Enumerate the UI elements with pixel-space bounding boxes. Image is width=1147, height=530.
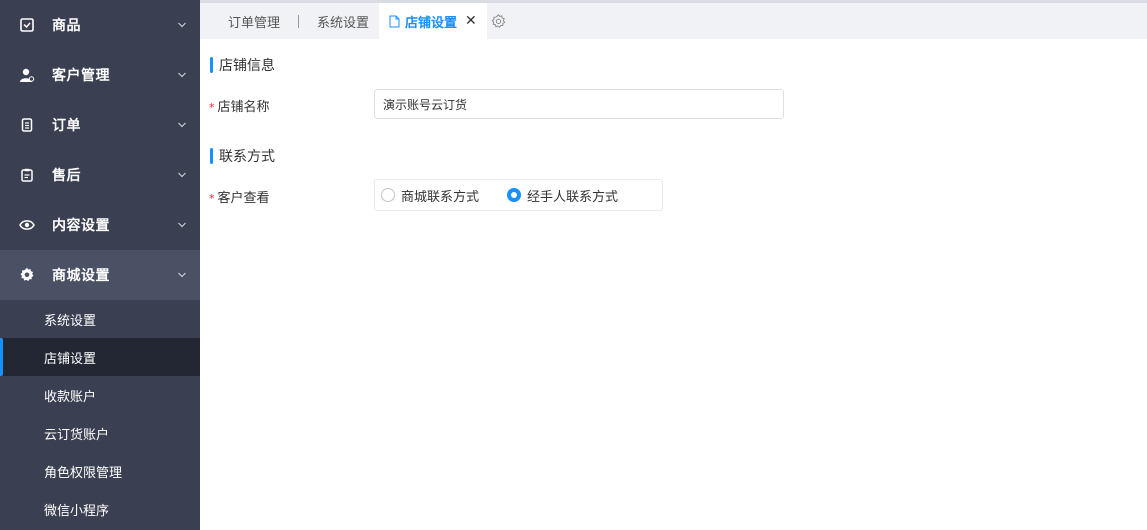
tab-separator (298, 14, 300, 28)
tab-order-management[interactable]: 订单管理 (218, 3, 290, 39)
customer-view-radio-group: 商城联系方式 经手人联系方式 (374, 179, 663, 211)
sidebar-item-mall-settings[interactable]: 商城设置 (0, 250, 200, 300)
radio-label: 商城联系方式 (401, 189, 480, 205)
store-name-input[interactable] (374, 89, 784, 119)
section-accent-bar (210, 148, 213, 164)
user-icon (18, 66, 36, 84)
radio-mall-contact[interactable]: 商城联系方式 (381, 186, 479, 205)
tab-settings-button[interactable] (487, 3, 506, 39)
sidebar-item-after-sales[interactable]: 售后 (0, 150, 200, 200)
submenu-item-store-settings[interactable]: 店铺设置 (0, 338, 200, 376)
sidebar: 商品 客户管理 订单 售后 内容设置 商城设置 系统设置 店铺设置 收款账户 云… (0, 0, 200, 530)
sidebar-item-label: 内容设置 (52, 218, 110, 234)
required-mark: * (209, 101, 215, 114)
submenu-item-payment-accounts[interactable]: 收款账户 (0, 376, 200, 414)
sidebar-item-label: 商品 (52, 18, 81, 34)
close-icon[interactable]: ✕ (465, 13, 477, 29)
chevron-down-icon (178, 22, 186, 28)
radio-circle[interactable] (507, 188, 522, 202)
sidebar-item-orders[interactable]: 订单 (0, 100, 200, 150)
radio-circle[interactable] (381, 188, 395, 202)
section-accent-bar (210, 57, 213, 73)
tab-label: 店铺设置 (405, 15, 458, 31)
sidebar-item-label: 商城设置 (52, 268, 110, 284)
box-check-icon (18, 16, 36, 34)
store-name-label: * 店铺名称 (209, 96, 270, 115)
section-title-text: 联系方式 (219, 149, 275, 165)
main-content: 店铺信息 *店铺名称 联系方式 *客户查看 商城联系方式 经手人联系方式 (200, 39, 1147, 530)
tab-label: 订单管理 (228, 15, 281, 31)
submenu-item-wechat-miniprogram[interactable]: 微信小程序 (0, 490, 200, 528)
gear-icon (18, 266, 36, 284)
receipt-icon (18, 116, 36, 134)
submenu-item-cloud-order-account[interactable]: 云订货账户 (0, 414, 200, 452)
sidebar-item-customers[interactable]: 客户管理 (0, 50, 200, 100)
chevron-down-icon (178, 172, 186, 178)
sidebar-item-content-settings[interactable]: 内容设置 (0, 200, 200, 250)
sidebar-item-label: 售后 (52, 168, 81, 184)
store-name-label-text: 店铺名称 (217, 100, 270, 115)
tab-system-settings[interactable]: 系统设置 (307, 3, 379, 39)
section-title-store-info: 店铺信息 (210, 55, 275, 75)
section-title-contact: 联系方式 (210, 146, 275, 166)
customer-view-label: * 客户查看 (209, 187, 270, 206)
tab-bar: 订单管理 系统设置 店铺设置 ✕ (200, 3, 1147, 39)
document-icon (389, 15, 400, 27)
sidebar-item-products[interactable]: 商品 (0, 0, 200, 50)
tab-store-settings[interactable]: 店铺设置 ✕ (379, 3, 487, 39)
chevron-down-icon (178, 72, 186, 78)
chevron-down-icon (178, 272, 186, 278)
radio-handler-contact[interactable]: 经手人联系方式 (507, 186, 618, 205)
eye-icon (18, 216, 36, 234)
sidebar-item-label: 订单 (52, 118, 81, 134)
required-mark: * (209, 192, 215, 205)
customer-view-label-text: 客户查看 (217, 191, 270, 206)
radio-label: 经手人联系方式 (527, 189, 619, 205)
chevron-down-icon (178, 122, 186, 128)
chevron-down-icon (178, 222, 186, 228)
gear-icon (491, 13, 506, 28)
tab-label: 系统设置 (317, 15, 370, 31)
section-title-text: 店铺信息 (219, 58, 275, 74)
clipboard-icon (18, 166, 36, 184)
submenu-item-system-settings[interactable]: 系统设置 (0, 300, 200, 338)
sidebar-item-label: 客户管理 (52, 68, 110, 84)
mall-settings-submenu: 系统设置 店铺设置 收款账户 云订货账户 角色权限管理 微信小程序 (0, 300, 200, 528)
submenu-item-role-permissions[interactable]: 角色权限管理 (0, 452, 200, 490)
